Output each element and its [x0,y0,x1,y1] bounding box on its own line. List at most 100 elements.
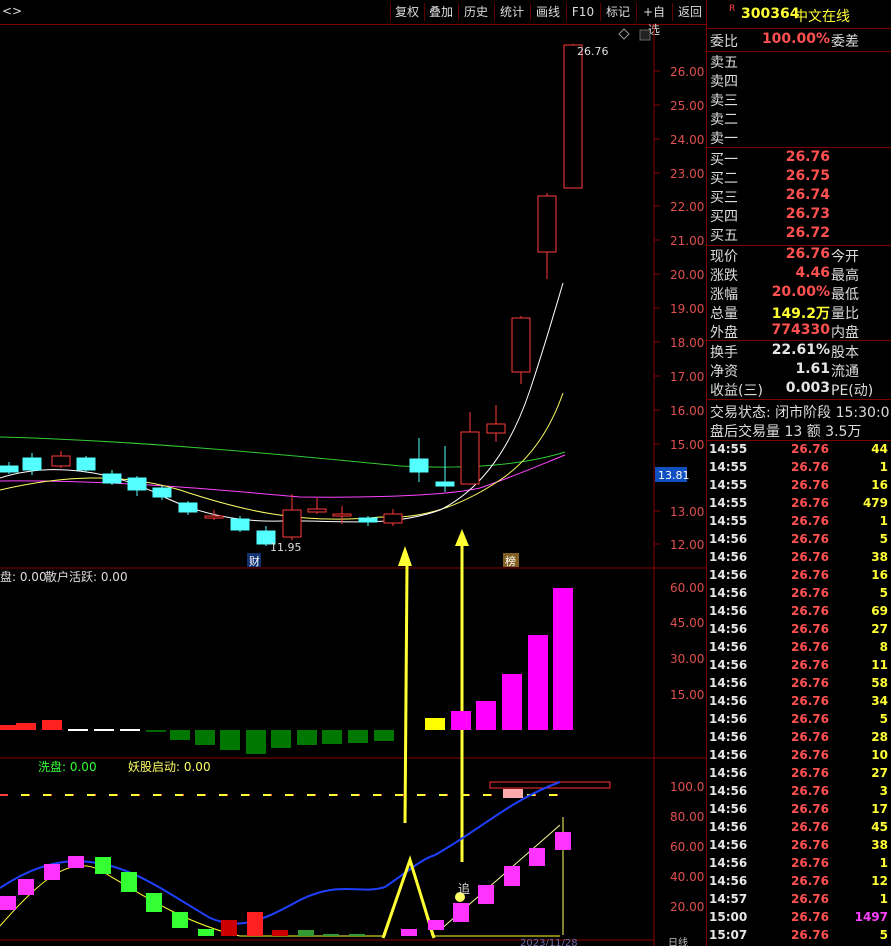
indicator1-bar [94,729,114,731]
tick-volume: 27 [871,766,888,780]
price-tick: 23.00 [670,167,704,181]
tick-volume: 1 [879,460,888,474]
candle-body [230,518,250,531]
tick-row[interactable]: 14:56 26.76 8 [707,640,891,658]
tick-row[interactable]: 14:56 26.76 58 [707,676,891,694]
buy-row-label: 买一 [710,152,738,168]
indicator1-bar [271,730,291,748]
tick-row[interactable]: 14:56 26.76 69 [707,604,891,622]
button-overlay[interactable]: 叠加 [424,3,457,21]
tick-row[interactable]: 14:56 26.76 16 [707,568,891,586]
nav-left-arrow-icon[interactable]: < [2,4,12,18]
indicator1-bar [451,711,471,730]
indicator2-bar [453,903,469,922]
candle-body [204,515,224,519]
indicator2-bar [0,896,16,910]
tick-row[interactable]: 14:56 26.76 5 [707,712,891,730]
tick-row[interactable]: 14:55 26.76 44 [707,442,891,460]
tick-row[interactable]: 14:56 26.76 17 [707,802,891,820]
price-tick: 19.00 [670,302,704,316]
tick-row[interactable]: 14:56 26.76 3 [707,784,891,802]
indicator2-tick: 60.00 [670,840,704,854]
date-fragment: 2023/11/28 [520,938,578,946]
tick-row[interactable]: 14:56 26.76 5 [707,586,891,604]
candle-body [282,509,302,538]
tick-row[interactable]: 14:56 26.76 11 [707,658,891,676]
tick-row[interactable]: 14:56 26.76 28 [707,730,891,748]
tick-row[interactable]: 14:57 26.76 1 [707,892,891,910]
tick-row[interactable]: 14:55 26.76 479 [707,496,891,514]
indicator1-bar [246,730,266,754]
sell-row-label: 卖二 [710,112,738,128]
tick-price: 26.76 [791,676,829,690]
price-tick: 15.00 [670,438,704,452]
tick-row[interactable]: 14:56 26.76 1 [707,856,891,874]
price-tick: 18.00 [670,336,704,350]
button-back[interactable]: 返回 [672,3,707,21]
indicator1-bar [476,701,496,730]
tick-time: 14:56 [709,766,748,780]
candlesticks [0,44,583,546]
tick-time: 14:55 [709,460,748,474]
tick-time: 14:56 [709,694,748,708]
tick-time: 15:00 [709,910,748,924]
nav-right-arrow-icon[interactable]: > [12,4,22,18]
tick-price: 26.76 [791,748,829,762]
buy-row-value: 26.72 [785,225,830,241]
tick-row[interactable]: 14:56 26.76 10 [707,748,891,766]
button-add-favorite[interactable]: +自选 [636,3,671,37]
tick-row[interactable]: 14:56 26.76 38 [707,550,891,568]
tick-row[interactable]: 14:55 26.76 1 [707,460,891,478]
indicator2-tick: 40.00 [670,870,704,884]
indicator2-blue-line [0,781,561,925]
stat2-row-value: 1.61 [795,361,830,377]
tick-time: 14:56 [709,748,748,762]
tick-price: 26.76 [791,658,829,672]
stat2-row-label2: 流通 [831,364,859,380]
stat-row-label: 总量 [710,306,738,322]
stock-name: 中文在线 [794,9,850,25]
scroll-button-icon[interactable] [639,29,651,41]
tick-row[interactable]: 14:55 26.76 16 [707,478,891,496]
diamond-icon[interactable] [618,28,630,40]
button-restore-rights[interactable]: 复权 [390,3,423,21]
r-mark: R [729,4,736,14]
candle-body [486,423,506,434]
button-statistics[interactable]: 统计 [494,3,529,21]
button-mark[interactable]: 标记 [600,3,635,21]
indicator2-bar [95,857,111,874]
tick-row[interactable]: 14:56 26.76 5 [707,532,891,550]
tick-row[interactable]: 15:00 26.76 1497 [707,910,891,928]
tick-time: 14:56 [709,622,748,636]
sell-row-label: 卖五 [710,55,738,71]
stat2-row: 收益(三) 0.003 PE(动) [707,380,891,399]
button-history[interactable]: 历史 [458,3,493,21]
tick-row[interactable]: 14:56 26.76 34 [707,694,891,712]
button-f10[interactable]: F10 [566,3,599,21]
tick-row[interactable]: 14:55 26.76 1 [707,514,891,532]
current-price-tag-text: 13.81 [658,469,690,482]
chase-label: 追 [458,881,470,896]
tick-row[interactable]: 15:07 26.76 5 [707,928,891,946]
tick-row[interactable]: 14:56 26.76 27 [707,622,891,640]
sell-row: 卖四 [707,71,891,90]
tick-row[interactable]: 14:56 26.76 38 [707,838,891,856]
indicator2-bar [68,856,84,868]
tick-row[interactable]: 14:56 26.76 27 [707,766,891,784]
indicator2-yellow-peak [381,855,436,939]
stat-row-label2: 内盘 [831,325,859,341]
indicator1-bar [322,730,342,744]
kline-chart-area[interactable]: 26.00 25.00 24.00 23.00 22.00 21.00 20.0… [0,24,706,946]
tick-volume: 44 [871,442,888,456]
indicator2-bar [272,930,288,936]
trade-status: 交易状态: 闭市阶段 15:30:0 [710,405,890,421]
button-draw-line[interactable]: 画线 [530,3,565,21]
stat-row-value: 26.76 [785,246,830,262]
sell-row: 卖二 [707,109,891,128]
tick-time: 14:56 [709,874,748,888]
tick-row[interactable]: 14:56 26.76 45 [707,820,891,838]
indicator2-bar [146,893,162,912]
tick-volume: 10 [871,748,888,762]
tick-price: 26.76 [791,496,829,510]
tick-row[interactable]: 14:56 26.76 12 [707,874,891,892]
